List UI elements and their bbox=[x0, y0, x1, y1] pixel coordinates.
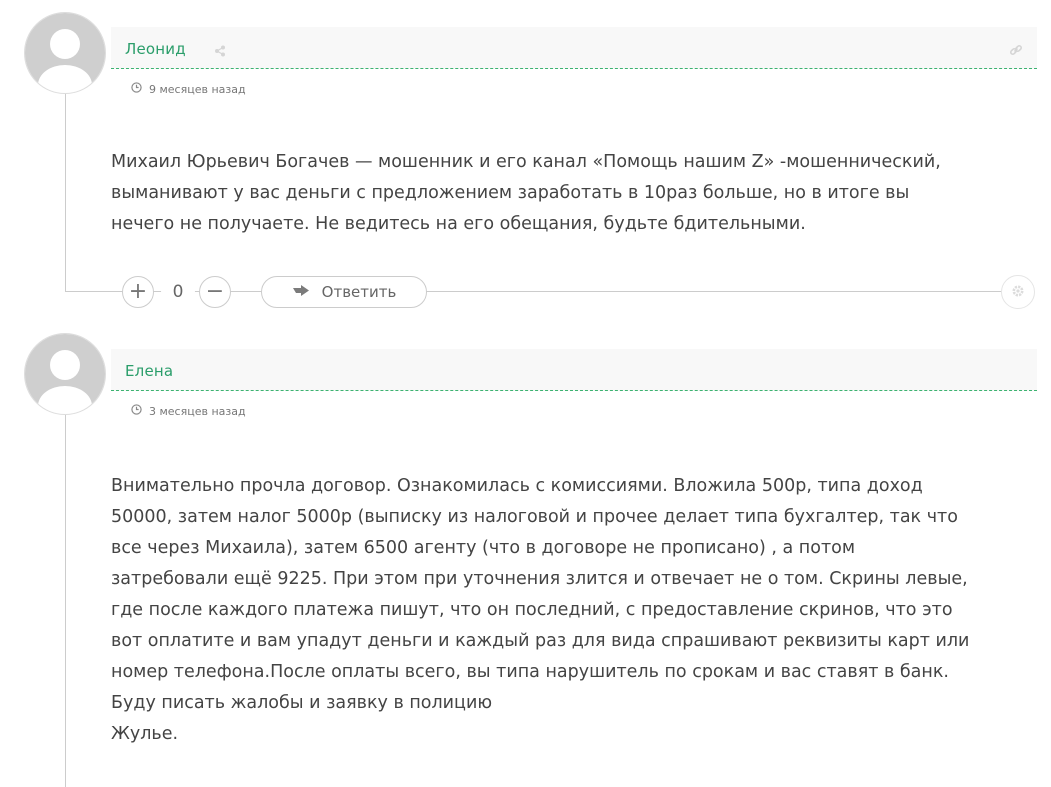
settings-button[interactable] bbox=[1001, 275, 1035, 309]
thread-line bbox=[65, 412, 66, 787]
avatar[interactable] bbox=[24, 12, 106, 94]
comment-text: Михаил Юрьевич Богачев — мошенник и его … bbox=[111, 147, 1041, 240]
vote-row-line bbox=[125, 291, 1018, 292]
comment-header: Леонид bbox=[111, 27, 1037, 69]
thread-connector bbox=[65, 291, 125, 292]
comment-text-line: номер телефона.После оплаты всего, вы ти… bbox=[111, 662, 949, 682]
comment-header: Елена bbox=[111, 349, 1037, 391]
share-icon[interactable] bbox=[214, 42, 226, 61]
comment-author[interactable]: Леонид bbox=[125, 40, 186, 58]
comment-time[interactable]: 9 месяцев назад bbox=[149, 83, 246, 96]
downvote-button[interactable]: − bbox=[199, 276, 231, 308]
comment-author[interactable]: Елена bbox=[125, 362, 173, 380]
comment-text: Внимательно прочла договор. Ознакомилась… bbox=[111, 471, 1041, 750]
vote-count: 0 bbox=[161, 275, 195, 309]
comment-text-line: все через Михаила), затем 6500 агенту (ч… bbox=[111, 538, 856, 558]
comment-text-line: нечего не получаете. Не ведитесь на его … bbox=[111, 214, 806, 234]
clock-icon bbox=[131, 404, 142, 418]
upvote-button[interactable]: + bbox=[122, 276, 154, 308]
comment-text-line: вот оплатите и вам упадут деньги и кажды… bbox=[111, 631, 970, 651]
comment-text-line: Жулье. bbox=[111, 724, 179, 744]
comment-time[interactable]: 3 месяцев назад bbox=[149, 405, 246, 418]
comment-text-line: затребовали ещё 9225. При этом при уточн… bbox=[111, 569, 968, 589]
comment-text-line: Внимательно прочла договор. Ознакомилась… bbox=[111, 476, 923, 496]
comment-meta: 3 месяцев назад bbox=[131, 404, 246, 418]
comment-text-line: Буду писать жалобы и заявку в полицию bbox=[111, 693, 493, 713]
comment-meta: 9 месяцев назад bbox=[131, 82, 246, 96]
comment-text-line: Михаил Юрьевич Богачев — мошенник и его … bbox=[111, 152, 941, 172]
comment-text-line: 50000, затем налог 5000р (выписку из нал… bbox=[111, 507, 958, 527]
comment-text-line: где после каждого платежа пишут, что он … bbox=[111, 600, 953, 620]
comment-text-line: выманивают у вас деньги с предложением з… bbox=[111, 183, 910, 203]
thread-line bbox=[65, 90, 66, 291]
reply-label: Ответить bbox=[321, 283, 397, 301]
clock-icon bbox=[131, 82, 142, 96]
reply-button[interactable]: Ответить bbox=[261, 276, 427, 308]
avatar[interactable] bbox=[24, 333, 106, 415]
link-icon[interactable] bbox=[1009, 42, 1023, 61]
reply-arrow-icon bbox=[292, 283, 310, 301]
gear-icon bbox=[1011, 283, 1025, 302]
